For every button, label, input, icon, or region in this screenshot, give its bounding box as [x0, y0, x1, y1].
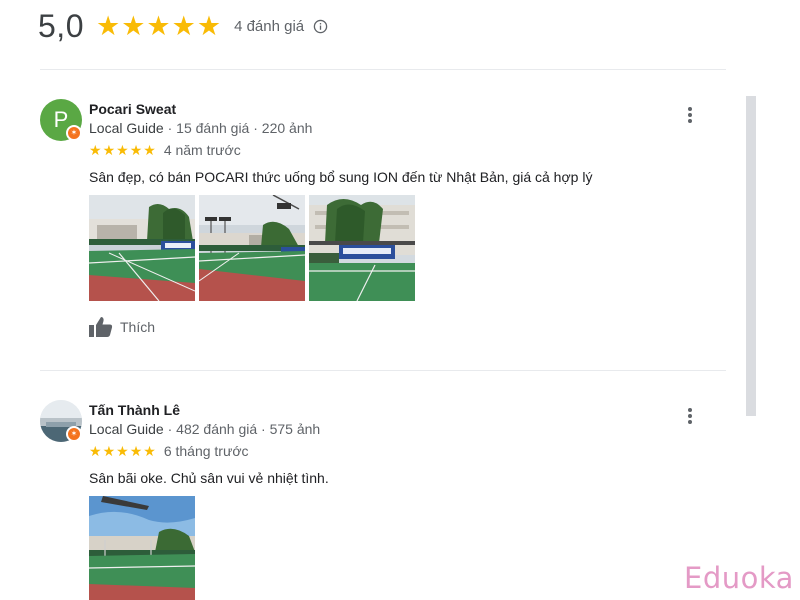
star-icon: ★ [102, 443, 116, 459]
local-guide-badge-icon: ✶ [66, 426, 82, 442]
scrollbar[interactable] [746, 96, 756, 416]
rating-summary: 5,0 ★ ★ ★ ★ ★ 4 đánh giá [38, 6, 328, 46]
review-count: 4 đánh giá [234, 17, 305, 35]
star-icon: ★ [129, 142, 143, 158]
like-label: Thích [120, 319, 156, 335]
star-icon: ★ [146, 10, 171, 41]
more-vert-icon[interactable] [684, 408, 696, 428]
star-icon: ★ [116, 443, 129, 459]
star-icon: ★ [95, 10, 121, 41]
more-vert-icon[interactable] [684, 107, 696, 127]
divider [40, 370, 726, 371]
local-guide-label: Local Guide [89, 421, 164, 437]
overall-stars: ★ ★ ★ ★ ★ [95, 10, 222, 41]
review-text: Sân đẹp, có bán POCARI thức uống bổ sung… [89, 169, 593, 185]
overall-rating: 5,0 [38, 7, 84, 44]
review-text: Sân bãi oke. Chủ sân vui vẻ nhiệt tình. [89, 470, 329, 486]
star-icon: ★ [143, 142, 156, 158]
review-stars: ★ ★ ★ ★ ★ 4 năm trước [89, 142, 241, 158]
reviewer-stats: · 482 đánh giá · 575 ảnh [163, 421, 321, 437]
review-photo[interactable] [199, 195, 305, 301]
review-photo[interactable] [89, 496, 195, 600]
star-icon: ★ [171, 10, 196, 41]
review-photo[interactable] [89, 195, 195, 301]
reviewer-meta: Local Guide · 482 đánh giá · 575 ảnh [89, 421, 320, 437]
star-icon: ★ [143, 443, 156, 459]
star-icon: ★ [89, 443, 102, 459]
star-icon: ★ [121, 10, 146, 41]
review-time: 6 tháng trước [163, 443, 249, 459]
review-stars: ★ ★ ★ ★ ★ 6 tháng trước [89, 443, 249, 459]
like-button[interactable]: Thích [89, 317, 155, 337]
info-icon[interactable] [313, 19, 328, 34]
star-icon: ★ [89, 142, 102, 158]
review-photo[interactable] [309, 195, 415, 301]
review-photos [89, 496, 199, 600]
reviewer-name[interactable]: Tấn Thành Lê [89, 402, 180, 418]
star-icon: ★ [196, 10, 222, 41]
divider [40, 69, 726, 70]
thumb-up-icon [89, 317, 113, 337]
reviewer-meta: Local Guide · 15 đánh giá · 220 ảnh [89, 120, 312, 136]
star-icon: ★ [116, 142, 129, 158]
review-photos [89, 195, 419, 301]
review-card: P ✶ Pocari Sweat Local Guide · 15 đánh g… [40, 99, 720, 359]
review-time: 4 năm trước [163, 142, 241, 158]
local-guide-label: Local Guide [89, 120, 164, 136]
review-card: ✶ Tấn Thành Lê Local Guide · 482 đánh gi… [40, 400, 720, 600]
star-icon: ★ [102, 142, 116, 158]
reviewer-stats: · 15 đánh giá · 220 ảnh [163, 120, 313, 136]
reviewer-name[interactable]: Pocari Sweat [89, 101, 176, 117]
star-icon: ★ [129, 443, 143, 459]
watermark-logo: Eduoka [684, 561, 794, 595]
local-guide-badge-icon: ✶ [66, 125, 82, 141]
